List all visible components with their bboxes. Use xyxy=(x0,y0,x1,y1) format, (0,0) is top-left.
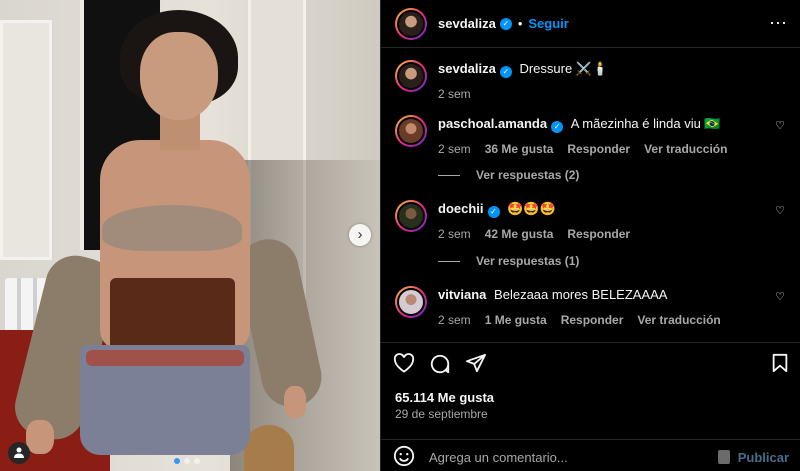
comment-username[interactable]: paschoal.amanda xyxy=(438,116,547,131)
carousel-indicator xyxy=(174,458,200,464)
right-hand xyxy=(284,386,306,418)
left-hand xyxy=(26,420,54,454)
reply-divider xyxy=(438,174,460,176)
bra xyxy=(102,205,242,251)
comment-input[interactable] xyxy=(429,449,718,465)
view-replies-label: Ver respuestas (1) xyxy=(476,254,580,268)
caption-time[interactable]: 2 sem xyxy=(438,87,471,101)
comment-text: 🤩🤩🤩 xyxy=(507,201,556,216)
comment-composer: Publicar xyxy=(381,439,800,471)
comment-username[interactable]: doechii xyxy=(438,201,484,216)
corset xyxy=(110,278,235,350)
comment-time[interactable]: 2 sem xyxy=(438,142,471,156)
save-bookmark-icon[interactable] xyxy=(771,353,789,376)
belt xyxy=(86,350,244,366)
reply-divider xyxy=(438,260,460,262)
post-photo[interactable]: › xyxy=(0,0,380,471)
action-icons xyxy=(393,353,789,377)
caption-text: Dressure ⚔️🕯️ xyxy=(519,61,609,76)
model-figure xyxy=(0,0,380,471)
like-comment-heart-icon[interactable]: ♡ xyxy=(775,204,785,217)
comment-text: Belezaaa mores BELEZAAAA xyxy=(494,287,668,302)
translate-button[interactable]: Ver traducción xyxy=(637,313,720,327)
reply-button[interactable]: Responder xyxy=(567,142,630,156)
carousel-next-button[interactable]: › xyxy=(349,224,371,246)
post-actions: 65.114 Me gusta 29 de septiembre Publica… xyxy=(381,342,800,470)
view-replies-button[interactable]: Ver respuestas (2) xyxy=(438,168,579,182)
reply-button[interactable]: Responder xyxy=(561,313,624,327)
author-avatar[interactable] xyxy=(395,7,427,40)
reply-button[interactable]: Responder xyxy=(567,227,630,241)
caption-username[interactable]: sevdaliza xyxy=(438,61,496,76)
post-details-panel: sevdaliza ✓ • Seguir ⋯ sevdaliza ✓ Dressu… xyxy=(380,0,800,471)
emoji-icon[interactable] xyxy=(393,445,415,470)
carousel-dot xyxy=(194,458,200,464)
comment-time[interactable]: 2 sem xyxy=(438,313,471,327)
commenter-avatar[interactable] xyxy=(395,200,427,232)
carousel-dot xyxy=(174,458,180,464)
comment-bubble-icon[interactable] xyxy=(429,353,451,378)
follow-button[interactable]: Seguir xyxy=(528,16,568,31)
share-send-icon[interactable] xyxy=(465,353,487,376)
like-heart-icon[interactable] xyxy=(393,353,415,376)
publish-button[interactable]: Publicar xyxy=(738,450,789,465)
author-username[interactable]: sevdaliza xyxy=(438,16,496,31)
verified-badge-icon: ✓ xyxy=(499,17,512,30)
carousel-dot xyxy=(184,458,190,464)
comment-likes[interactable]: 42 Me gusta xyxy=(485,227,554,241)
translate-button[interactable]: Ver traducción xyxy=(644,142,727,156)
comments-list: sevdaliza ✓ Dressure ⚔️🕯️ 2 sem paschoal.… xyxy=(381,48,800,342)
like-comment-heart-icon[interactable]: ♡ xyxy=(775,290,785,303)
comment-username[interactable]: vitviana xyxy=(438,287,486,302)
verified-badge-icon: ✓ xyxy=(487,206,500,218)
view-replies-button[interactable]: Ver respuestas (1) xyxy=(438,254,579,268)
comment-time[interactable]: 2 sem xyxy=(438,227,471,241)
separator: • xyxy=(517,16,523,31)
post-date: 29 de septiembre xyxy=(395,407,488,421)
comment-likes[interactable]: 36 Me gusta xyxy=(485,142,554,156)
view-replies-label: Ver respuestas (2) xyxy=(476,168,580,182)
more-options-icon[interactable]: ⋯ xyxy=(769,13,788,34)
verified-badge-icon: ✓ xyxy=(551,121,564,133)
likes-count[interactable]: 65.114 Me gusta xyxy=(395,390,494,405)
gif-icon[interactable] xyxy=(717,450,730,464)
tagged-users-icon[interactable] xyxy=(8,442,30,464)
commenter-avatar[interactable] xyxy=(395,286,427,318)
comment-text: A mãezinha é linda viu 🇧🇷 xyxy=(570,116,721,131)
post-header: sevdaliza ✓ • Seguir ⋯ xyxy=(381,0,800,48)
commenter-avatar[interactable] xyxy=(395,115,427,147)
face xyxy=(140,32,218,120)
caption-avatar[interactable] xyxy=(395,60,427,92)
verified-badge-icon: ✓ xyxy=(499,66,512,78)
like-comment-heart-icon[interactable]: ♡ xyxy=(775,119,785,132)
comment-likes[interactable]: 1 Me gusta xyxy=(485,313,547,327)
